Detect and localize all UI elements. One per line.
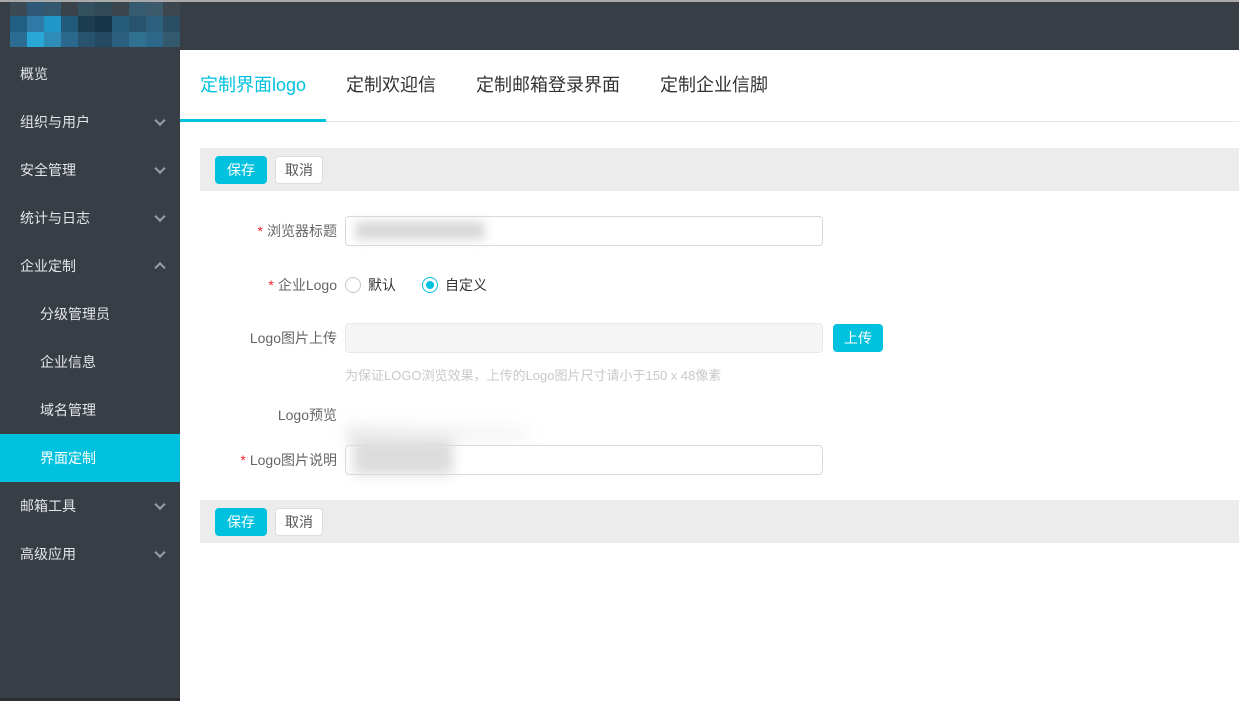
sidebar-item-overview[interactable]: 概览	[0, 50, 180, 98]
bottom-action-bar: 保存 取消	[200, 500, 1239, 543]
radio-selected-icon	[422, 277, 438, 293]
sidebar-item-security[interactable]: 安全管理	[0, 146, 180, 194]
browser-title-row: * 浏览器标题	[180, 216, 1239, 246]
sidebar-item-label: 高级应用	[20, 546, 76, 562]
top-action-bar: 保存 取消	[200, 148, 1239, 191]
sidebar-menu: 概览 组织与用户 安全管理 统计与日志 企业定制 分级管理员 企业信息 域名管理…	[0, 50, 180, 578]
radio-label: 默认	[368, 277, 396, 293]
sidebar-item-ui-custom[interactable]: 界面定制	[0, 434, 180, 482]
logo-upload-path-input[interactable]	[345, 323, 823, 353]
logo-description-input[interactable]	[345, 445, 823, 475]
chevron-down-icon	[154, 546, 166, 559]
logo-description-row: * Logo图片说明	[180, 439, 1239, 475]
window-top-edge	[0, 0, 1239, 2]
company-logo-label: * 企业Logo	[268, 277, 337, 293]
sidebar-item-stats-logs[interactable]: 统计与日志	[0, 194, 180, 242]
top-bar	[0, 0, 1239, 50]
sidebar-item-domain-mgmt[interactable]: 域名管理	[0, 386, 180, 434]
sidebar-item-mail-tools[interactable]: 邮箱工具	[0, 482, 180, 530]
sidebar-item-label: 邮箱工具	[20, 498, 76, 514]
sidebar-item-label: 统计与日志	[20, 210, 90, 226]
sidebar-item-sub-admins[interactable]: 分级管理员	[0, 290, 180, 338]
tab-custom-welcome-letter[interactable]: 定制欢迎信	[326, 50, 456, 121]
logo-default-radio[interactable]: 默认	[345, 275, 396, 295]
sidebar-item-label: 企业定制	[20, 258, 76, 274]
logo-area	[0, 0, 180, 50]
browser-title-field	[345, 216, 823, 246]
chevron-down-icon	[154, 114, 166, 127]
company-logo-redacted	[10, 0, 180, 47]
cancel-button[interactable]: 取消	[275, 155, 323, 184]
radio-label: 自定义	[445, 277, 487, 293]
tab-custom-login-page[interactable]: 定制邮箱登录界面	[456, 50, 640, 121]
required-marker: *	[257, 223, 263, 239]
logo-upload-row: Logo图片上传 上传	[180, 323, 1239, 353]
logo-description-field	[345, 439, 823, 475]
logo-preview-redacted-image	[345, 423, 530, 445]
chevron-down-icon	[154, 498, 166, 511]
logo-size-hint: 为保证LOGO浏览效果，上传的Logo图片尺寸请小于150 x 48像素	[345, 368, 722, 383]
logo-upload-label: Logo图片上传	[249, 330, 337, 346]
sidebar-item-label: 概览	[20, 66, 48, 82]
logo-preview-label: Logo预览	[277, 407, 337, 423]
required-marker: *	[240, 452, 246, 468]
logo-radio-group: 默认 自定义	[345, 270, 487, 300]
sidebar-item-company-info[interactable]: 企业信息	[0, 338, 180, 386]
cancel-button[interactable]: 取消	[275, 507, 323, 536]
chevron-down-icon	[154, 162, 166, 175]
required-marker: *	[268, 277, 274, 293]
logo-description-label: * Logo图片说明	[240, 452, 337, 468]
logo-upload-field: 上传	[345, 323, 883, 353]
sidebar-item-label: 组织与用户	[20, 114, 90, 130]
sidebar: 概览 组织与用户 安全管理 统计与日志 企业定制 分级管理员 企业信息 域名管理…	[0, 0, 180, 701]
tab-custom-ui-logo[interactable]: 定制界面logo	[180, 50, 327, 122]
chevron-up-icon	[154, 261, 166, 274]
logo-custom-radio[interactable]: 自定义	[422, 275, 487, 295]
sidebar-item-label: 安全管理	[20, 162, 76, 178]
save-button[interactable]: 保存	[215, 155, 267, 184]
save-button[interactable]: 保存	[215, 507, 267, 536]
browser-title-label: * 浏览器标题	[257, 223, 337, 239]
tab-custom-footer[interactable]: 定制企业信脚	[640, 50, 788, 121]
sidebar-item-advanced-apps[interactable]: 高级应用	[0, 530, 180, 578]
company-logo-row: * 企业Logo 默认 自定义	[180, 270, 1239, 300]
main-content: 定制界面logo 定制欢迎信 定制邮箱登录界面 定制企业信脚 保存 取消 * 浏览…	[180, 50, 1239, 701]
browser-title-input[interactable]	[345, 216, 823, 246]
logo-preview-row: Logo预览	[180, 405, 1239, 445]
upload-button[interactable]: 上传	[833, 324, 883, 352]
sidebar-item-org-users[interactable]: 组织与用户	[0, 98, 180, 146]
radio-circle-icon	[345, 277, 361, 293]
sidebar-item-label: 分级管理员	[40, 306, 110, 322]
chevron-down-icon	[154, 210, 166, 223]
sidebar-item-enterprise-custom[interactable]: 企业定制	[0, 242, 180, 290]
sidebar-item-label: 企业信息	[40, 354, 96, 370]
tab-bar: 定制界面logo 定制欢迎信 定制邮箱登录界面 定制企业信脚	[180, 50, 1239, 122]
sidebar-item-label: 域名管理	[40, 402, 96, 418]
sidebar-item-label: 界面定制	[40, 450, 96, 466]
